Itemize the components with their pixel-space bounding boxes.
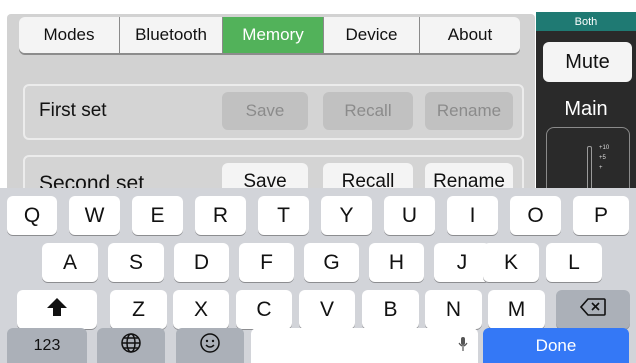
key-g[interactable]: G (304, 243, 359, 282)
space-key[interactable] (251, 328, 478, 363)
key-o[interactable]: O (510, 196, 561, 235)
key-c[interactable]: C (236, 290, 292, 329)
key-h[interactable]: H (369, 243, 424, 282)
level-meter: +10 +5 + (546, 127, 630, 206)
key-u[interactable]: U (384, 196, 435, 235)
output-strip: Both Mute Main +10 +5 + (536, 12, 636, 206)
tab-device[interactable]: Device (324, 17, 420, 53)
key-t[interactable]: T (258, 196, 309, 235)
meter-tick-label: +10 (599, 145, 610, 151)
globe-icon (120, 332, 142, 360)
numbers-key[interactable]: 123 (7, 328, 87, 363)
backspace-icon (579, 297, 606, 322)
key-k[interactable]: K (483, 243, 539, 282)
key-x[interactable]: X (173, 290, 229, 329)
emoji-key[interactable] (176, 328, 244, 363)
shift-arrow-icon (46, 297, 68, 323)
key-e[interactable]: E (132, 196, 183, 235)
key-b[interactable]: B (362, 290, 419, 329)
rename-button[interactable]: Rename (425, 92, 513, 130)
tab-bar: Modes Bluetooth Memory Device About (19, 17, 520, 53)
top-bar (0, 0, 535, 14)
save-button[interactable]: Save (222, 92, 308, 130)
key-p[interactable]: P (573, 196, 629, 235)
tab-memory[interactable]: Memory (223, 17, 324, 53)
key-q[interactable]: Q (7, 196, 57, 235)
delete-key[interactable] (556, 290, 630, 329)
key-f[interactable]: F (239, 243, 294, 282)
key-i[interactable]: I (447, 196, 498, 235)
key-m[interactable]: M (488, 290, 545, 329)
key-v[interactable]: V (299, 290, 355, 329)
key-l[interactable]: L (546, 243, 602, 282)
meter-tick-label: + (599, 165, 603, 171)
key-n[interactable]: N (425, 290, 482, 329)
microphone-icon (458, 334, 468, 358)
key-s[interactable]: S (108, 243, 164, 282)
key-j[interactable]: J (434, 243, 490, 282)
main-label: Main (564, 98, 608, 120)
done-key[interactable]: Done (483, 328, 629, 363)
shift-key[interactable] (17, 290, 97, 329)
mute-button[interactable]: Mute (543, 42, 632, 82)
key-a[interactable]: A (42, 243, 98, 282)
key-z[interactable]: Z (110, 290, 167, 329)
set-label: First set (39, 100, 107, 121)
tab-about[interactable]: About (420, 17, 520, 53)
emoji-icon (199, 332, 221, 360)
recall-button[interactable]: Recall (323, 92, 413, 130)
key-r[interactable]: R (195, 196, 246, 235)
tab-modes[interactable]: Modes (19, 17, 120, 53)
app-area: Modes Bluetooth Memory Device About Firs… (0, 0, 636, 211)
key-w[interactable]: W (69, 196, 120, 235)
memory-set-row-first: First set Save Recall Rename (23, 84, 524, 140)
key-d[interactable]: D (174, 243, 229, 282)
meter-scale: +10 +5 + (599, 143, 609, 173)
both-indicator[interactable]: Both (536, 12, 636, 31)
on-screen-keyboard: Q W E R T Y U I O P A S D F G H J K L Z … (0, 188, 636, 363)
tab-bluetooth[interactable]: Bluetooth (120, 17, 223, 53)
meter-tick-label: +5 (599, 155, 606, 161)
globe-key[interactable] (97, 328, 165, 363)
key-y[interactable]: Y (321, 196, 372, 235)
